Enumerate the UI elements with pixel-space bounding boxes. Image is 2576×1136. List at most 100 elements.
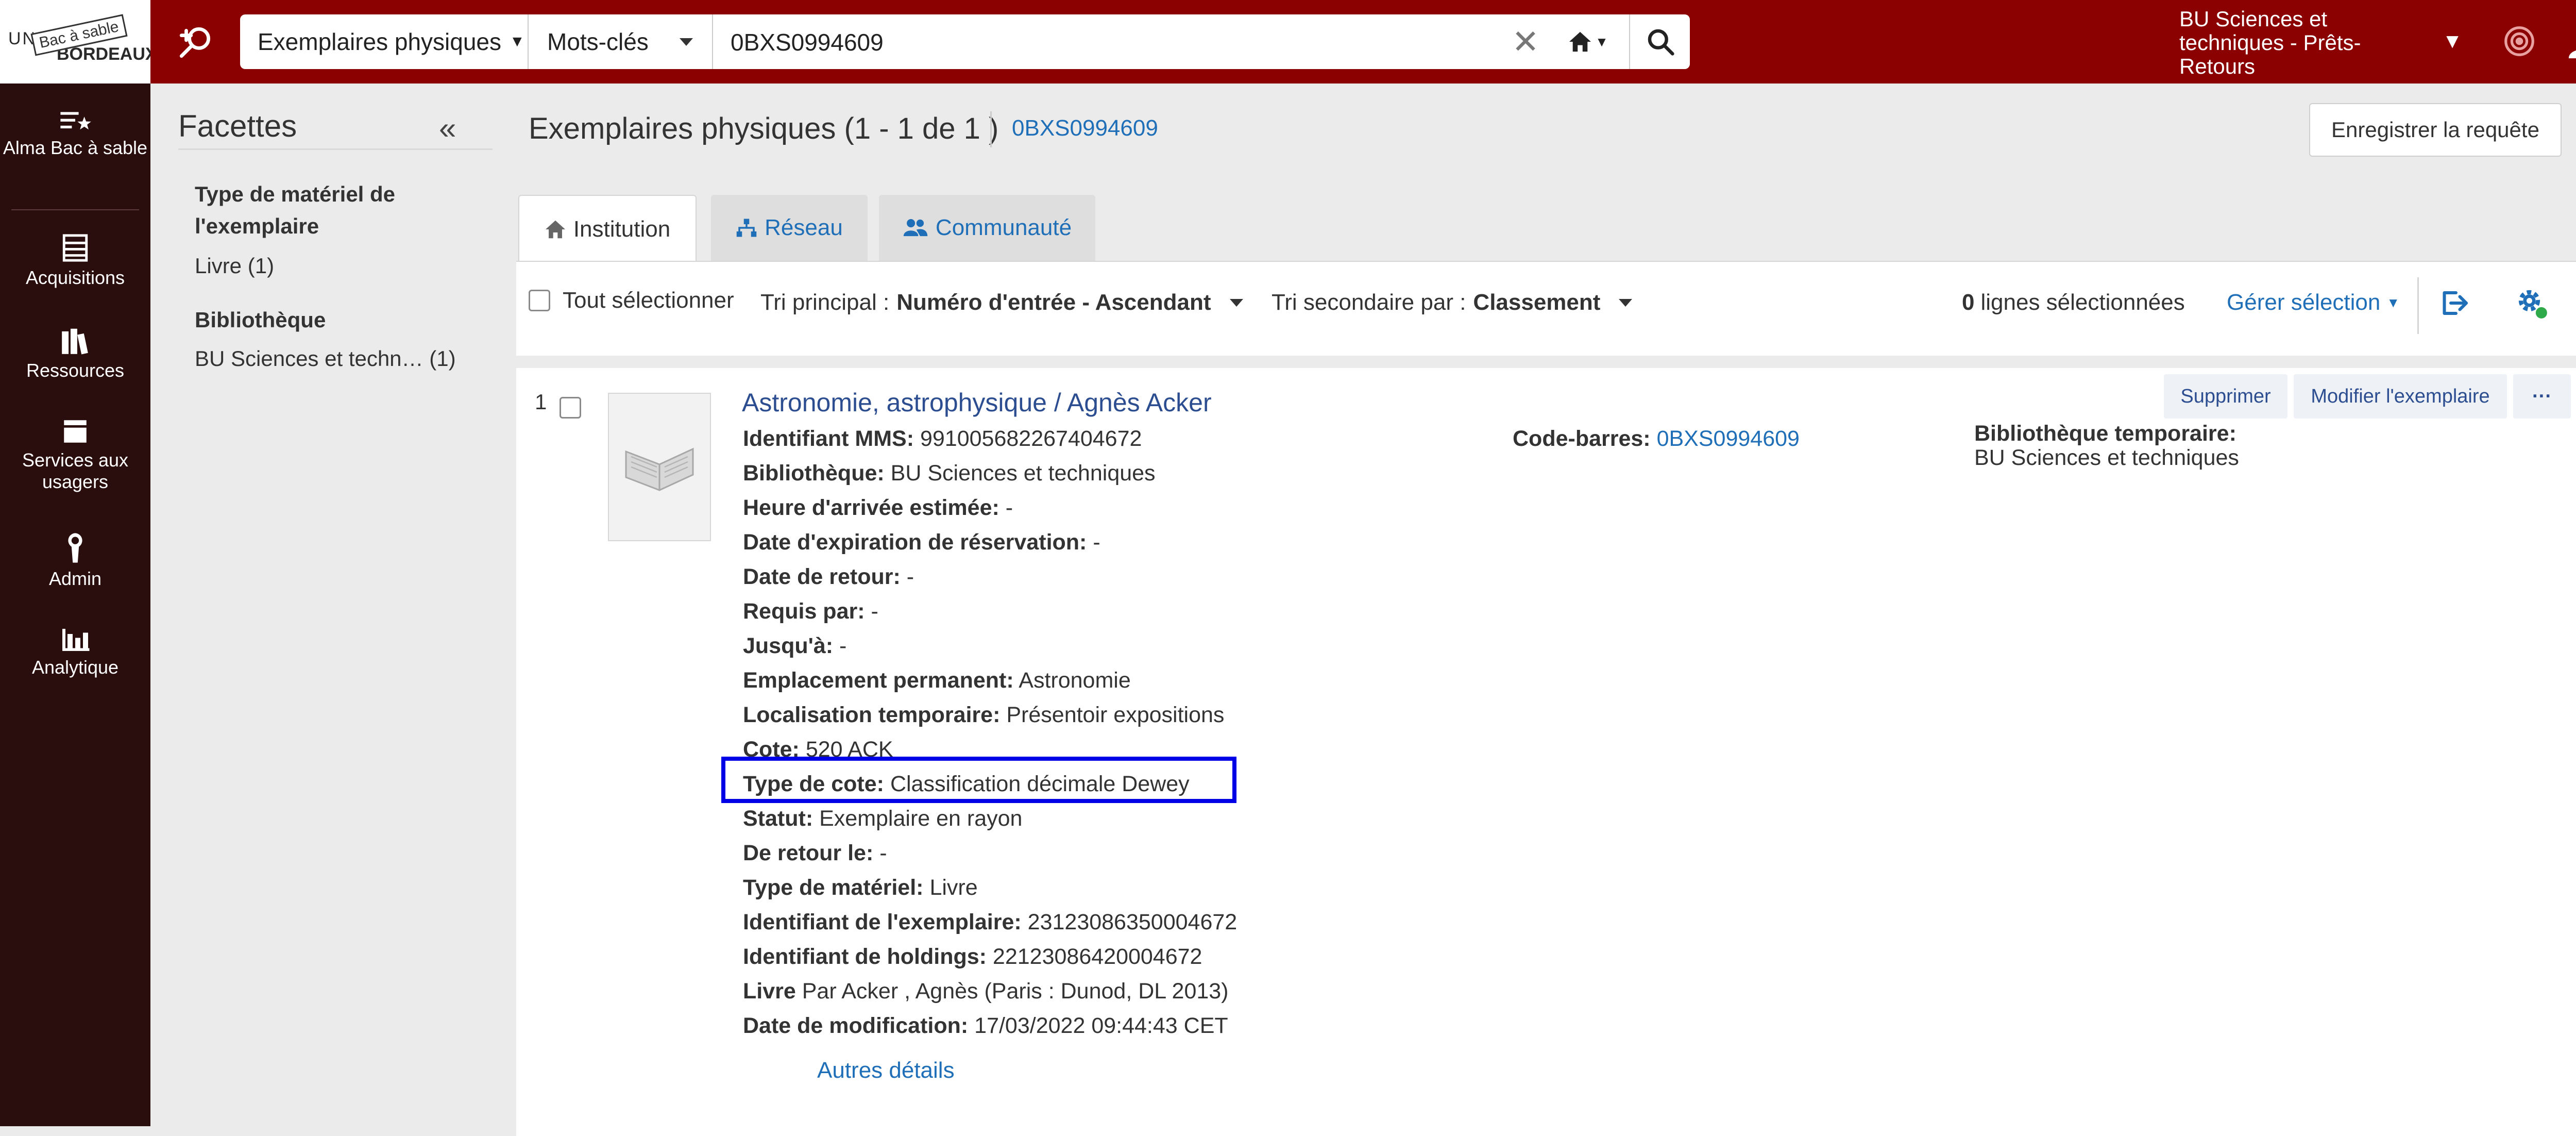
field-key: Identifiant de l'exemplaire: — [743, 910, 1022, 934]
delete-button[interactable]: Supprimer — [2164, 374, 2287, 419]
field-row: Identifiant MMS: 991005682267404672 — [743, 422, 1237, 456]
field-value: Livre — [929, 875, 978, 900]
nav-label: Ressources — [26, 360, 125, 381]
field-row: De retour le: - — [743, 836, 1237, 871]
record-fields: Identifiant MMS: 991005682267404672 Bibl… — [743, 422, 1237, 1043]
field-row: Identifiant de holdings: 221230864200046… — [743, 940, 1237, 974]
field-row: Jusqu'à: - — [743, 629, 1237, 663]
field-row: Livre Par Acker , Agnès (Paris : Dunod, … — [743, 974, 1237, 1009]
facet-value-count: (1) — [429, 346, 456, 371]
secondary-sort-select[interactable]: Tri secondaire par : Classement — [1272, 290, 1633, 315]
search-query-link[interactable]: 0BXS0994609 — [1012, 115, 1158, 141]
book-cover-thumbnail[interactable] — [608, 393, 711, 541]
field-value: 22123086420004672 — [992, 944, 1202, 969]
tab-label: Communauté — [935, 215, 1072, 240]
facet-value-label: BU Sciences et techn… — [195, 346, 423, 371]
tab-institution[interactable]: Institution — [518, 195, 697, 263]
primary-sort-value: Numéro d'entrée - Ascendant — [896, 290, 1211, 315]
field-row: Bibliothèque: BU Sciences et techniques — [743, 456, 1237, 491]
nav-acquisitions[interactable]: Acquisitions — [0, 233, 150, 289]
primary-sort-label: Tri principal : — [760, 290, 890, 315]
nav-label: Analytique — [31, 657, 119, 678]
field-value: - — [871, 599, 878, 624]
sort-caret-icon — [1619, 298, 1633, 307]
field-key: Identifiant MMS: — [743, 426, 914, 451]
field-value: Par Acker , Agnès (Paris : Dunod, DL 201… — [802, 979, 1229, 1004]
selection-counter: 0 lignes sélectionnées — [1962, 290, 2185, 315]
facet-value-item[interactable]: Livre (1) — [195, 254, 274, 278]
select-all-label: Tout sélectionner — [563, 288, 734, 313]
facets-panel: Facettes « Type de matériel de l'exempla… — [150, 83, 506, 1126]
select-all-control[interactable]: Tout sélectionner — [529, 288, 734, 313]
user-icon[interactable] — [2561, 19, 2576, 65]
collapse-facets-icon[interactable]: « — [439, 110, 456, 146]
nav-user-services[interactable]: Services aux usagers — [0, 417, 150, 493]
edit-item-button[interactable]: Modifier l'exemplaire — [2294, 374, 2507, 419]
field-value: BU Sciences et techniques — [890, 461, 1156, 486]
nav-divider — [11, 209, 139, 210]
search-field-value: Mots-clés — [547, 28, 649, 55]
institution-name: BU Sciences et techniques - Prêts-Retour… — [2179, 7, 2361, 78]
field-value: - — [1093, 530, 1100, 555]
field-value: 23123086350004672 — [1027, 910, 1238, 934]
manage-selection-menu[interactable]: Gérer sélection ▼ — [2227, 290, 2400, 315]
field-key: Date de modification: — [743, 1013, 969, 1038]
institution-logo[interactable]: UNIV BORDEAUX Bac à sable — [0, 0, 150, 83]
nav-label: Acquisitions — [25, 267, 125, 288]
field-key: Identifiant de holdings: — [743, 944, 987, 969]
nav-resources[interactable]: Ressources — [0, 326, 150, 381]
field-key: Bibliothèque: — [743, 461, 885, 486]
settings-gear-icon[interactable] — [2515, 287, 2549, 323]
search-scope-select[interactable]: Exemplaires physiques ▼ — [240, 14, 529, 69]
network-icon — [736, 219, 757, 237]
field-row: Type de matériel: Livre — [743, 871, 1237, 905]
search-input[interactable] — [730, 22, 1484, 63]
record-index: 1 — [535, 390, 547, 414]
tab-network[interactable]: Réseau — [711, 195, 868, 261]
more-details-link[interactable]: Autres détails — [817, 1058, 955, 1083]
select-all-checkbox[interactable] — [529, 290, 550, 311]
users-icon — [903, 219, 928, 237]
sort-caret-icon — [1229, 298, 1243, 307]
results-area: Exemplaires physiques (1 - 1 de 1 ) 0BXS… — [511, 83, 2576, 1136]
field-key: Type de matériel: — [743, 875, 924, 900]
export-icon[interactable] — [2438, 288, 2469, 321]
record-checkbox[interactable] — [560, 397, 581, 419]
nav-alma-sandbox[interactable]: Alma Bac à sable — [0, 109, 150, 159]
scope-caret-icon: ▼ — [510, 33, 525, 50]
field-row: Heure d'arrivée estimée: - — [743, 491, 1237, 525]
tab-label: Réseau — [765, 215, 843, 240]
field-key: Emplacement permanent: — [743, 668, 1014, 693]
nav-analytics[interactable]: Analytique — [0, 626, 150, 678]
primary-sort-select[interactable]: Tri principal : Numéro d'entrée - Ascend… — [760, 290, 1243, 315]
manage-selection-label: Gérer sélection — [2227, 290, 2381, 315]
home-scope-button[interactable]: ▼ — [1560, 24, 1617, 60]
search-field-select[interactable]: Mots-clés — [530, 14, 713, 69]
field-key: Heure d'arrivée estimée: — [743, 495, 999, 520]
title-divider — [990, 111, 992, 147]
secondary-sort-value: Classement — [1473, 290, 1601, 315]
barcode-link[interactable]: 0BXS0994609 — [1657, 426, 1800, 451]
field-value: Exemplaire en rayon — [819, 806, 1023, 831]
field-value: Présentoir expositions — [1006, 703, 1225, 727]
more-actions-button[interactable]: ··· — [2513, 374, 2571, 419]
field-key: Localisation temporaire: — [743, 703, 1001, 727]
persistent-search-icon[interactable] — [170, 19, 222, 65]
nav-label: Services aux usagers — [22, 449, 129, 492]
notifications-icon[interactable] — [2499, 21, 2540, 62]
facets-title: Facettes — [178, 109, 297, 143]
record-title-link[interactable]: Astronomie, astrophysique / Agnès Acker — [742, 388, 1212, 417]
field-value: 991005682267404672 — [920, 426, 1142, 451]
nav-admin[interactable]: Admin — [0, 532, 150, 590]
wrench-icon — [68, 533, 82, 563]
tab-community[interactable]: Communauté — [879, 195, 1095, 261]
field-row: Statut: Exemplaire en rayon — [743, 801, 1237, 836]
institution-dropdown-icon[interactable]: ▼ — [2437, 26, 2468, 57]
clear-search-icon[interactable]: ✕ — [1507, 24, 1544, 60]
field-key: Statut: — [743, 806, 814, 831]
save-query-button[interactable]: Enregistrer la requête — [2309, 103, 2562, 157]
field-value: Astronomie — [1019, 668, 1131, 693]
facet-value-item[interactable]: BU Sciences et techn… (1) — [195, 346, 456, 371]
field-key: Date d'expiration de réservation: — [743, 530, 1087, 555]
search-button[interactable] — [1629, 14, 1690, 69]
